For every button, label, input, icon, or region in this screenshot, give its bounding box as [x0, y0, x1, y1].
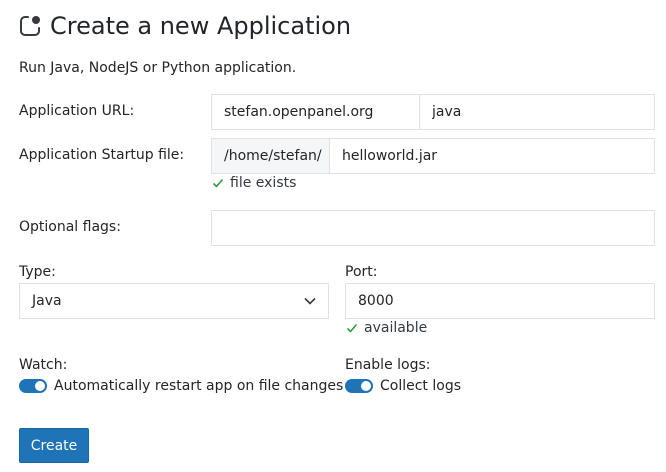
watch-label: Watch: [19, 357, 68, 373]
startup-file-field[interactable] [329, 138, 655, 174]
port-available-status: available [346, 320, 427, 336]
optional-flags-label: Optional flags: [19, 219, 121, 235]
type-select-value: Java [32, 293, 62, 309]
watch-toggle-row[interactable]: Automatically restart app on file change… [19, 378, 343, 394]
optional-flags-field[interactable] [211, 210, 655, 246]
logs-toggle-label: Collect logs [380, 378, 462, 394]
page-title-text: Create a new Application [50, 12, 352, 40]
domain-field[interactable] [211, 94, 420, 130]
app-icon [18, 14, 42, 38]
port-available-text: available [364, 320, 428, 336]
page-subtitle: Run Java, NodeJS or Python application. [19, 60, 297, 76]
type-select[interactable]: Java [19, 283, 329, 319]
application-url-label: Application URL: [19, 103, 135, 119]
page-title: Create a new Application [18, 8, 351, 44]
file-exists-text: file exists [230, 175, 297, 191]
home-directory-prefix: /home/stefan/ [211, 138, 330, 174]
watch-toggle[interactable] [19, 379, 47, 393]
port-label: Port: [345, 264, 378, 280]
check-icon [212, 178, 224, 188]
type-label: Type: [19, 264, 56, 280]
logs-toggle[interactable] [345, 379, 373, 393]
create-button[interactable]: Create [19, 428, 89, 463]
chevron-down-icon [304, 297, 316, 305]
port-field[interactable] [345, 283, 655, 319]
url-path-field[interactable] [419, 94, 655, 130]
startup-file-label: Application Startup file: [19, 147, 185, 163]
check-icon [346, 323, 358, 333]
enable-logs-label: Enable logs: [345, 357, 431, 373]
watch-toggle-label: Automatically restart app on file change… [54, 378, 344, 394]
logs-toggle-row[interactable]: Collect logs [345, 378, 461, 394]
file-exists-status: file exists [212, 175, 296, 191]
